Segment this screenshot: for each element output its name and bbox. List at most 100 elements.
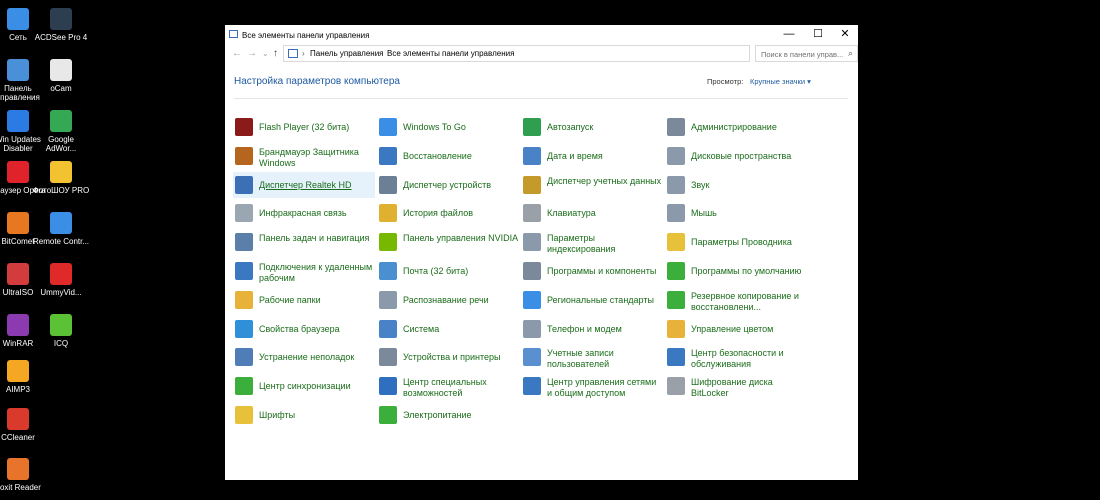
ocam-icon [50,59,72,81]
control-panel-item[interactable]: Параметры Проводника [665,229,807,255]
fotoshow-icon [50,161,72,183]
desktop-shortcut[interactable]: AIMP3 [0,360,47,394]
desktop-shortcut[interactable]: CCleaner [0,408,47,442]
browser-props-icon [235,319,253,338]
control-panel-item[interactable]: Телефон и модем [521,316,663,342]
control-panel-item[interactable]: Брандмауэр Защитника Windows [233,143,375,169]
control-panel-item[interactable]: Региональные стандарты [521,287,663,313]
control-panel-item[interactable]: Центр безопасности и обслуживания [665,344,807,370]
control-panel-item[interactable]: Автозапуск [521,114,663,140]
control-panel-item-label: Резервное копирование и восстановлени... [691,290,799,312]
control-panel-item[interactable]: Параметры индексирования [521,229,663,255]
address-field[interactable]: › Панель управления › Все элементы панел… [283,45,750,62]
control-panel-item[interactable]: Центр специальных возможностей [377,373,519,399]
control-panel-item[interactable]: Устройства и принтеры [377,344,519,370]
control-panel-item-label: Диспетчер Realtek HD [259,179,352,190]
control-panel-item-label: Программы по умолчанию [691,266,802,276]
view-label: Просмотр: [707,77,744,86]
desktop-shortcut[interactable]: ICQ [32,314,90,348]
control-panel-item-label: Рабочие папки [259,294,321,305]
remote-control-icon [50,212,72,234]
back-button[interactable]: ← [232,48,242,59]
control-panel-item[interactable]: Панель задач и навигация [233,229,375,255]
control-panel-item-label: Центр синхронизации [259,381,351,392]
control-panel-item[interactable]: Свойства браузера [233,316,375,342]
control-panel-item[interactable]: Рабочие папки [233,287,375,313]
close-button[interactable]: ✕ [832,25,858,44]
desktop-shortcut[interactable]: Google AdWor... [32,110,90,153]
desktop-shortcut[interactable]: Foxit Reader [0,458,47,492]
control-panel-item[interactable]: Система [377,316,519,342]
control-panel-item[interactable]: Windows To Go [377,114,519,140]
foxit-icon [7,458,29,480]
control-panel-item-label: Диспетчер устройств [403,179,491,190]
control-panel-item[interactable]: Дата и время [521,143,663,169]
control-panel-item[interactable]: Устранение неполадок [233,344,375,370]
control-panel-item[interactable]: Распознавание речи [377,287,519,313]
control-panel-item-label: Шрифты [259,410,296,420]
up-button[interactable]: ↑ [273,48,278,59]
recent-locations-button[interactable]: ⌄ [262,49,269,58]
network-center-icon [523,377,541,396]
opera-icon [7,161,29,183]
control-panel-item[interactable]: Диспетчер Realtek HD [233,171,375,198]
control-panel-item[interactable]: Flash Player (32 бита) [233,114,375,140]
desktop-shortcut[interactable]: ФотоШОУ PRO [32,161,90,195]
page-title: Настройка параметров компьютера [234,76,400,87]
region-icon [523,290,541,309]
control-panel-item[interactable]: Панель управления NVIDIA [377,229,519,255]
control-panel-item[interactable]: Дисковые пространства [665,143,807,169]
desktop-shortcut[interactable]: UmmyVid... [32,263,90,297]
control-panel-item[interactable]: Звук [665,172,807,198]
search-input[interactable]: Поиск в панели управ... ⌕ [755,45,858,62]
control-panel-item[interactable]: Резервное копирование и восстановлени... [665,287,807,313]
desktop-shortcut[interactable]: oCam [32,59,90,93]
control-panel-item-label: Почта (32 бита) [403,266,469,276]
control-panel-item-label: Инфракрасная связь [259,208,347,219]
system-icon [379,319,397,338]
security-center-icon [667,348,685,367]
control-panel-item[interactable]: Центр управления сетями и общим доступом [521,373,663,399]
control-panel-item-label: Программы и компоненты [547,266,657,276]
minimize-button[interactable]: — [776,25,802,44]
breadcrumb-all-items[interactable]: Все элементы панели управления [387,49,514,58]
control-panel-item[interactable]: Учетные записи пользователей [521,344,663,370]
control-panel-item-label: Дата и время [547,150,603,161]
control-panel-item[interactable]: Диспетчер устройств [377,172,519,198]
control-panel-item[interactable]: Электропитание [377,402,519,428]
ultraiso-icon [7,263,29,285]
control-panel-item[interactable]: Почта (32 бита) [377,258,519,284]
desktop-shortcut-label: AIMP3 [5,385,30,394]
control-panel-item[interactable]: Мышь [665,200,807,226]
desktop-shortcut[interactable]: ACDSee Pro 4 [32,8,90,42]
control-panel-item[interactable]: Инфракрасная связь [233,200,375,226]
date-time-icon [523,146,541,165]
control-panel-item[interactable]: Клавиатура [521,200,663,226]
network-icon [7,8,29,30]
control-panel-item[interactable]: Программы по умолчанию [665,258,807,284]
control-panel-item[interactable]: Программы и компоненты [521,258,663,284]
control-panel-item[interactable]: Восстановление [377,143,519,169]
desktop-shortcut[interactable]: Remote Contr... [32,212,90,246]
control-panel-item[interactable]: Управление цветом [665,316,807,342]
recovery-icon [379,146,397,165]
mail-icon [379,262,397,280]
control-panel-item[interactable]: Шрифты [233,402,375,428]
title-bar: Все элементы панели управления — ☐ ✕ [225,25,858,44]
control-panel-item[interactable]: Диспетчер учетных данных [521,172,663,198]
control-panel-item[interactable]: Подключения к удаленным рабочим [233,258,375,284]
desktop-shortcut-label: Foxit Reader [0,483,41,492]
google-adwords-icon [50,110,72,132]
control-panel-item[interactable]: Шифрование диска BitLocker [665,373,807,399]
control-panel-item[interactable]: Администрирование [665,114,807,140]
icq-icon [50,314,72,336]
device-manager-icon [379,175,397,194]
forward-button[interactable]: → [247,48,257,59]
view-mode-dropdown[interactable]: Крупные значки ▾ [750,77,811,86]
desktop-shortcut-label: UmmyVid... [40,288,82,297]
breadcrumb-control-panel[interactable]: Панель управления [310,49,384,58]
control-panel-item[interactable]: Центр синхронизации [233,373,375,399]
desktop-shortcut-label: Google AdWor... [45,135,77,153]
control-panel-item[interactable]: История файлов [377,200,519,226]
maximize-button[interactable]: ☐ [805,25,831,44]
